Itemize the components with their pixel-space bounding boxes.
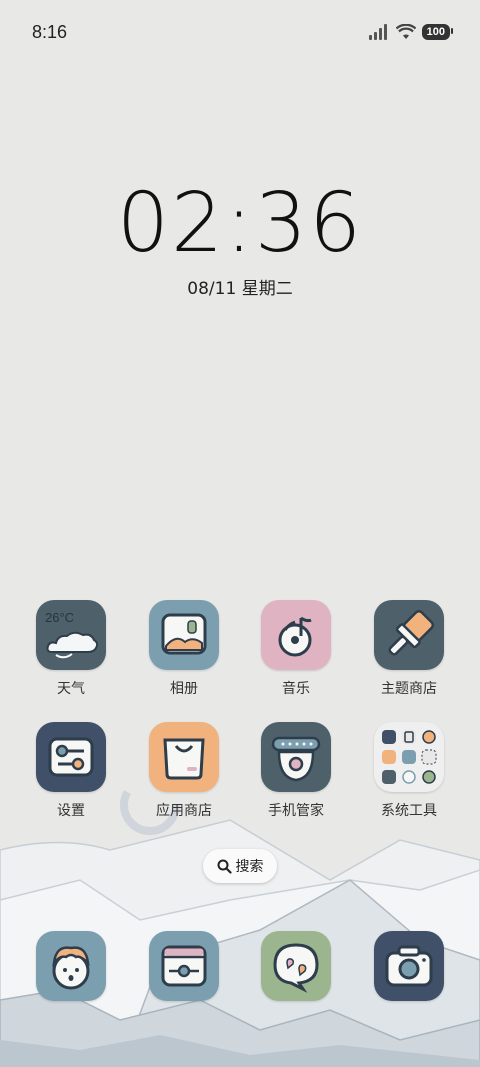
music-icon — [261, 600, 331, 670]
dock-contacts[interactable] — [21, 931, 121, 1001]
folder-system-tools[interactable]: 系统工具 — [359, 722, 459, 820]
search-icon — [217, 859, 232, 874]
dock-messages[interactable] — [246, 931, 346, 1001]
app-label: 天气 — [57, 681, 85, 697]
search-button[interactable]: 搜索 — [203, 849, 277, 883]
dock-browser[interactable] — [134, 931, 234, 1001]
app-weather[interactable]: 26°C 天气 — [21, 600, 121, 698]
app-label: 系统工具 — [381, 803, 437, 819]
search-label: 搜索 — [235, 859, 264, 875]
battery-indicator: 100 — [421, 24, 454, 40]
clock-date: 08/11 星期二 — [187, 279, 293, 299]
status-bar: 8:16 100 — [0, 0, 480, 66]
app-label: 主题商店 — [381, 681, 437, 697]
settings-icon — [36, 722, 106, 792]
contacts-icon — [36, 931, 106, 1001]
app-label: 设置 — [57, 803, 85, 819]
status-time: 8:16 — [32, 22, 68, 42]
wifi-icon — [395, 24, 416, 39]
app-app-store[interactable]: 应用商店 — [134, 722, 234, 820]
gallery-icon — [149, 600, 219, 670]
wallpaper — [0, 0, 480, 1067]
app-label: 应用商店 — [156, 803, 212, 819]
camera-icon — [374, 931, 444, 1001]
brush-icon — [374, 600, 444, 670]
app-phone-manager[interactable]: 手机管家 — [246, 722, 346, 820]
folder-icon — [374, 722, 444, 792]
app-label: 相册 — [170, 681, 198, 697]
dock-camera[interactable] — [359, 931, 459, 1001]
app-label: 手机管家 — [268, 803, 324, 819]
signal-icon — [368, 24, 387, 40]
weather-icon: 26°C — [36, 600, 106, 670]
app-music[interactable]: 音乐 — [246, 600, 346, 698]
clock-time: 02:36 — [116, 176, 364, 271]
chat-bubble-icon — [261, 931, 331, 1001]
app-label: 音乐 — [282, 681, 310, 697]
app-theme-store[interactable]: 主题商店 — [359, 600, 459, 698]
shield-icon — [261, 722, 331, 792]
app-settings[interactable]: 设置 — [21, 722, 121, 820]
browser-icon — [149, 931, 219, 1001]
app-gallery[interactable]: 相册 — [134, 600, 234, 698]
shopping-bag-icon — [149, 722, 219, 792]
